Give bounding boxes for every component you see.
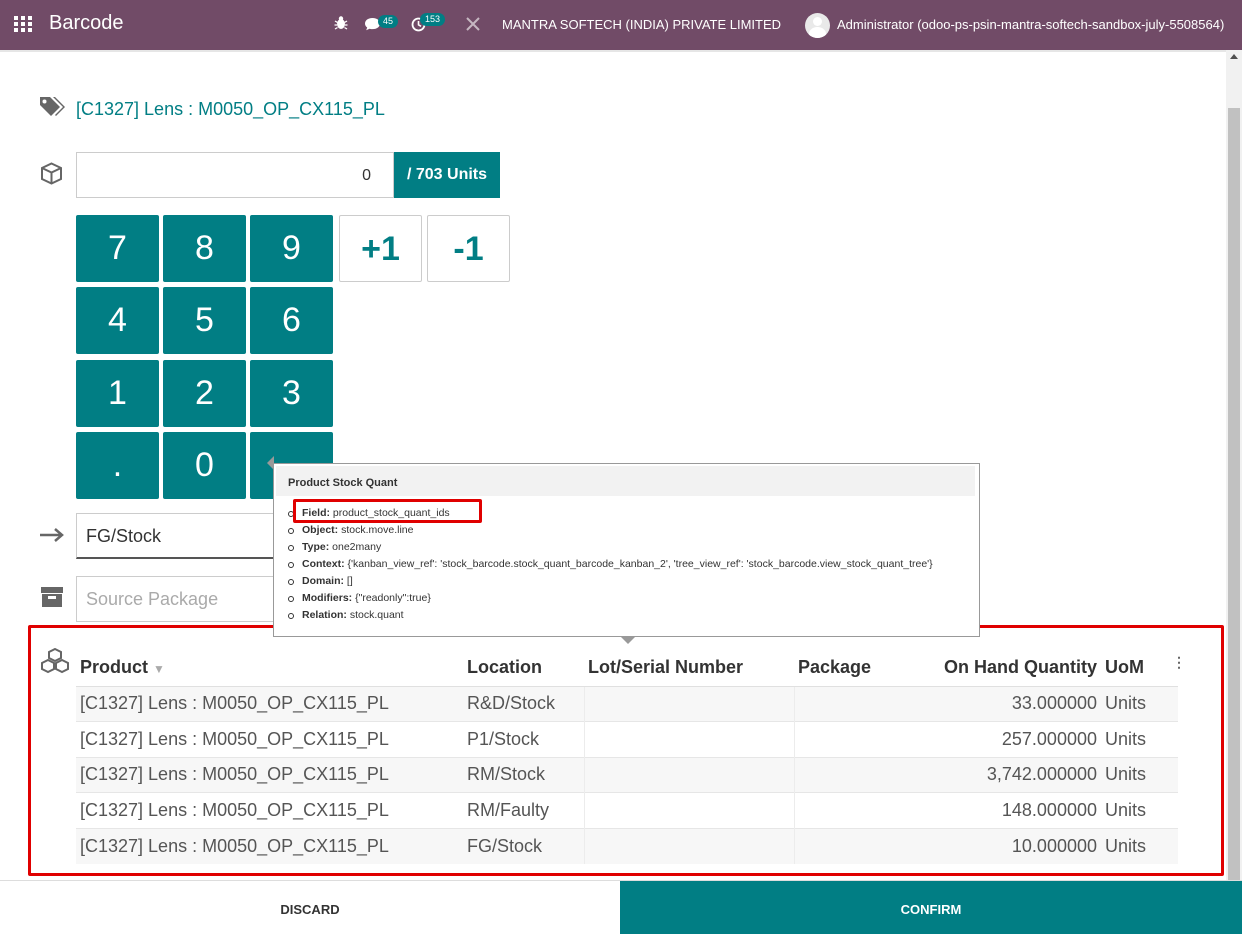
user-menu[interactable]: Administrator (odoo-ps-psin-mantra-softe… [837, 17, 1224, 32]
app-title[interactable]: Barcode [49, 12, 124, 35]
cell-uom: Units [1101, 721, 1178, 757]
cube-icon [40, 162, 63, 190]
plus-one-button[interactable]: +1 [339, 215, 422, 282]
keypad-5-button[interactable]: 5 [163, 287, 246, 354]
action-footer: DISCARD CONFIRM [0, 880, 1242, 934]
column-header-package[interactable]: Package [794, 650, 903, 687]
keypad-9-button[interactable]: 9 [250, 215, 333, 282]
cell-lot [583, 827, 794, 864]
keypad-3-button[interactable]: 3 [250, 360, 333, 427]
cell-product: [C1327] Lens : M0050_OP_CX115_PL [76, 827, 463, 864]
tooltip-relation-item: Relation: stock.quant [286, 607, 933, 624]
cell-location: RM/Stock [463, 756, 584, 793]
source-package-field[interactable]: Source Package [76, 576, 276, 622]
bug-icon[interactable] [334, 15, 348, 34]
tooltip-domain-item: Domain: [] [286, 573, 933, 590]
keypad-0-button[interactable]: 0 [163, 432, 246, 499]
vertical-scrollbar[interactable] [1226, 50, 1242, 880]
cell-location: RM/Faulty [463, 792, 584, 828]
column-header-onhand[interactable]: On Hand Quantity [903, 650, 1101, 687]
tags-icon [39, 96, 67, 123]
sort-caret-icon[interactable]: ▼ [153, 662, 165, 676]
table-row[interactable]: [C1327] Lens : M0050_OP_CX115_PL P1/Stoc… [76, 721, 1178, 757]
minus-one-button[interactable]: -1 [427, 215, 510, 282]
cell-location: FG/Stock [463, 827, 584, 864]
cell-onhand: 257.000000 [903, 721, 1101, 757]
cell-package [793, 756, 903, 793]
cell-package [793, 685, 903, 722]
tooltip-modifiers-item: Modifiers: {"readonly":true} [286, 590, 933, 607]
table-row[interactable]: [C1327] Lens : M0050_OP_CX115_PL RM/Stoc… [76, 756, 1178, 793]
company-switcher[interactable]: MANTRA SOFTECH (INDIA) PRIVATE LIMITED [502, 17, 781, 32]
demand-units-label: / 703 Units [394, 152, 500, 198]
keypad-8-button[interactable]: 8 [163, 215, 246, 282]
table-row[interactable]: [C1327] Lens : M0050_OP_CX115_PL FG/Stoc… [76, 827, 1178, 864]
cell-lot [583, 792, 794, 828]
tooltip-context-item: Context: {'kanban_view_ref': 'stock_barc… [286, 556, 933, 573]
cell-uom: Units [1101, 685, 1178, 722]
keypad-4-button[interactable]: 4 [76, 287, 159, 354]
cell-uom: Units [1101, 827, 1178, 864]
cell-onhand: 148.000000 [903, 792, 1101, 828]
column-header-uom[interactable]: UoM ⋮ [1101, 650, 1186, 687]
tools-icon[interactable] [466, 17, 480, 34]
quantity-input[interactable]: 0 [76, 152, 394, 198]
column-header-location[interactable]: Location [463, 650, 584, 687]
cell-uom: Units [1101, 756, 1178, 793]
cell-onhand: 10.000000 [903, 827, 1101, 864]
cell-location: P1/Stock [463, 721, 584, 757]
field-debug-tooltip: Product Stock Quant Field: product_stock… [273, 463, 980, 637]
keypad-2-button[interactable]: 2 [163, 360, 246, 427]
cell-product: [C1327] Lens : M0050_OP_CX115_PL [76, 685, 463, 722]
navbar-shadow [0, 50, 1226, 52]
apps-menu-icon[interactable] [14, 16, 34, 34]
cell-lot [583, 756, 794, 793]
cell-onhand: 33.000000 [903, 685, 1101, 722]
activities-badge: 153 [420, 13, 446, 26]
tooltip-object-item: Object: stock.move.line [286, 522, 933, 539]
table-row[interactable]: [C1327] Lens : M0050_OP_CX115_PL RM/Faul… [76, 792, 1178, 828]
tooltip-type-item: Type: one2many [286, 539, 933, 556]
confirm-button[interactable]: CONFIRM [620, 881, 1242, 934]
keypad-1-button[interactable]: 1 [76, 360, 159, 427]
cell-lot [583, 685, 794, 722]
messages-badge: 45 [378, 15, 399, 28]
cell-package [793, 721, 903, 757]
keypad-7-button[interactable]: 7 [76, 215, 159, 282]
cell-package [793, 792, 903, 828]
cell-lot [583, 721, 794, 757]
keypad-6-button[interactable]: 6 [250, 287, 333, 354]
archive-box-icon [40, 586, 64, 613]
discard-button[interactable]: DISCARD [0, 881, 620, 934]
cell-product: [C1327] Lens : M0050_OP_CX115_PL [76, 792, 463, 828]
user-avatar[interactable] [805, 13, 830, 38]
cell-package [793, 827, 903, 864]
cell-location: R&D/Stock [463, 685, 584, 722]
tooltip-title: Product Stock Quant [276, 466, 975, 496]
column-header-lot[interactable]: Lot/Serial Number [584, 650, 794, 687]
stock-quants-table: Product ▼ Location Lot/Serial Number Pac… [76, 650, 1186, 864]
optional-columns-kebab-icon[interactable]: ⋮ [1172, 654, 1186, 670]
source-location-field[interactable]: FG/Stock [76, 513, 276, 559]
tooltip-pointer-bottom [620, 636, 636, 644]
scrollbar-thumb[interactable] [1228, 108, 1240, 880]
cell-onhand: 3,742.000000 [903, 756, 1101, 793]
cell-uom: Units [1101, 792, 1178, 828]
keypad-dot-button[interactable]: . [76, 432, 159, 499]
product-name[interactable]: [C1327] Lens : M0050_OP_CX115_PL [76, 99, 385, 120]
cell-product: [C1327] Lens : M0050_OP_CX115_PL [76, 756, 463, 793]
scroll-up-arrow-icon[interactable] [1230, 54, 1238, 59]
field-name-highlight-frame [293, 499, 482, 523]
column-header-product[interactable]: Product ▼ [76, 650, 463, 687]
top-navbar: Barcode 45 153 MANTRA SOFTECH (INDIA) PR… [0, 0, 1242, 50]
cell-product: [C1327] Lens : M0050_OP_CX115_PL [76, 721, 463, 757]
arrow-right-icon [39, 527, 65, 548]
table-row[interactable]: [C1327] Lens : M0050_OP_CX115_PL R&D/Sto… [76, 685, 1178, 722]
